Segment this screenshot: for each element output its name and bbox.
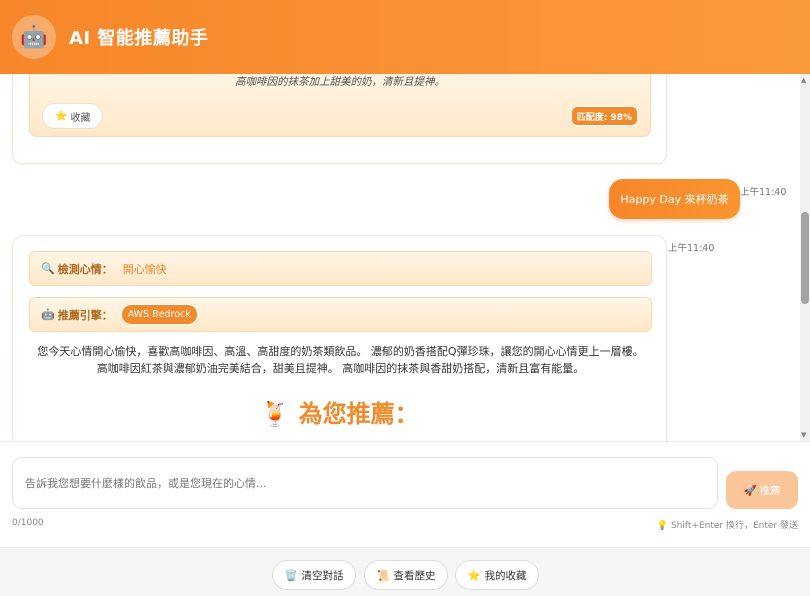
trash-icon: 🗑️ — [284, 569, 298, 582]
bot-message-previous: 高咖啡因的抹茶加上甜美的奶，清新且提神。 ⭐ 收藏 匹配度: 98% — [12, 74, 667, 164]
recommendation-heading: 🍹 為您推薦： — [13, 394, 666, 429]
engine-badge: AWS Bedrock — [120, 304, 198, 325]
scroll-down-arrow-icon[interactable]: ▼ — [801, 431, 806, 439]
scroll-thumb[interactable] — [801, 212, 809, 304]
cocktail-icon: 🍹 — [260, 400, 291, 428]
star-icon: ⭐ — [55, 110, 68, 122]
favorite-label: 收藏 — [70, 112, 91, 124]
mood-detection-box: 🔍 檢測心情： 開心愉快 — [29, 251, 652, 286]
mood-value: 開心愉快 — [122, 262, 167, 276]
robot-avatar-icon: 🤖 — [12, 15, 56, 59]
rocket-icon: 🚀 — [743, 484, 757, 497]
chat-area[interactable]: 高咖啡因的抹茶加上甜美的奶，清新且提神。 ⭐ 收藏 匹配度: 98% 上午11:… — [0, 74, 810, 441]
input-area: 🚀 推薦 0/1000 💡 Shift+Enter 換行，Enter 發送 — [0, 441, 810, 547]
view-history-button[interactable]: 📜 查看歷史 — [364, 560, 448, 590]
view-history-label: 查看歷史 — [393, 569, 436, 582]
app-title: AI 智能推薦助手 — [69, 28, 209, 49]
user-message-bubble: Happy Day 來杯奶茶 — [609, 179, 740, 219]
recommendation-item: 高咖啡因的抹茶加上甜美的奶，清新且提神。 ⭐ 收藏 匹配度: 98% — [29, 74, 651, 137]
message-input[interactable] — [12, 457, 718, 509]
user-message-time: 上午11:40 — [740, 187, 787, 198]
favorite-button[interactable]: ⭐ 收藏 — [42, 103, 104, 129]
my-favorites-label: 我的收藏 — [484, 569, 527, 582]
keyboard-hint: 💡 Shift+Enter 換行，Enter 發送 — [656, 521, 798, 531]
engine-label: 推薦引擎： — [57, 308, 113, 322]
mood-label: 檢測心情： — [57, 262, 113, 276]
chat-scrollbar[interactable]: ▲ ▼ — [800, 74, 810, 441]
bot-message: 🔍 檢測心情： 開心愉快 🤖 推薦引擎： AWS Bedrock 您今天心情開心… — [12, 235, 667, 441]
char-count: 0/1000 — [12, 518, 44, 528]
clear-chat-label: 清空對話 — [301, 569, 344, 582]
recommendation-reason: 您今天心情開心愉快，喜歡高咖啡因、高溫、高甜度的奶茶類飲品。 濃郁的奶香搭配Q彈… — [37, 345, 644, 375]
match-score-badge: 匹配度: 98% — [570, 106, 638, 126]
recommendation-description: 高咖啡因的抹茶加上甜美的奶，清新且提神。 — [235, 76, 445, 88]
magnifier-icon: 🔍 — [41, 262, 55, 275]
star-icon: ⭐ — [467, 569, 481, 582]
clear-chat-button[interactable]: 🗑️ 清空對話 — [272, 560, 356, 590]
send-recommend-button[interactable]: 🚀 推薦 — [726, 471, 798, 509]
recommendation-heading-text: 為您推薦： — [298, 400, 419, 428]
engine-box: 🤖 推薦引擎： AWS Bedrock — [29, 297, 652, 332]
scroll-icon: 📜 — [376, 569, 390, 582]
my-favorites-button[interactable]: ⭐ 我的收藏 — [455, 560, 539, 590]
robot-icon: 🤖 — [41, 308, 55, 321]
footer-actions: 🗑️ 清空對話 📜 查看歷史 ⭐ 我的收藏 — [0, 547, 810, 596]
app-header: 🤖 AI 智能推薦助手 — [0, 0, 810, 74]
send-label: 推薦 — [759, 484, 781, 497]
scroll-up-arrow-icon[interactable]: ▲ — [801, 76, 806, 84]
bot-message-time: 上午11:40 — [668, 243, 715, 254]
